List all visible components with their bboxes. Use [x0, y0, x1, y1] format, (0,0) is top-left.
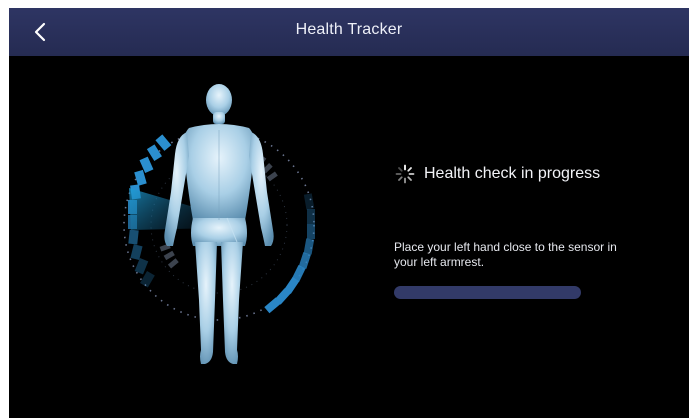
instruction-text: Place your left hand close to the sensor… [394, 240, 617, 269]
title-bar: Health Tracker [9, 8, 689, 56]
app-screen: Health Tracker Health check in progress … [9, 8, 689, 418]
loading-spinner-icon [395, 164, 415, 184]
human-body-scan-icon [123, 84, 315, 364]
progress-bar [394, 286, 581, 299]
page-title: Health Tracker [295, 21, 403, 38]
body-scan-illustration [109, 70, 339, 375]
status-text: Health check in progress [424, 165, 601, 182]
status-row: Health check in progress [395, 163, 600, 185]
